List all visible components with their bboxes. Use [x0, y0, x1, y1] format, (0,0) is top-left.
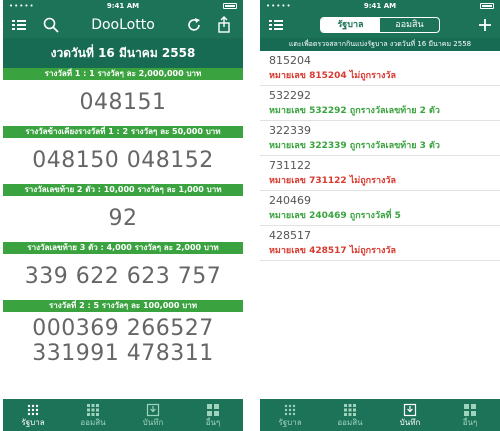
ticket-entry[interactable]: 815204 หมายเลข 815204 ไม่ถูกรางวัล [260, 51, 500, 86]
battery-icon [223, 3, 237, 9]
section-last-three-digits: รางวัลเลขท้าย 3 ตัว : 4,000 รางวัลๆ ละ 2… [3, 242, 243, 254]
lottery-type-segmented-control: รัฐบาล ออมสิน [320, 17, 440, 33]
plus-icon[interactable] [476, 16, 494, 34]
segment-government[interactable]: รัฐบาล [321, 18, 380, 32]
ticket-entry[interactable]: 731122 หมายเลข 731122 ไม่ถูกรางวัล [260, 156, 500, 191]
adjacent-prize-numbers: 048150 048152 [32, 148, 214, 173]
second-prize-numbers-row2: 331991 478311 [32, 341, 214, 366]
tab-government[interactable]: รัฐบาล [260, 399, 320, 431]
ticket-entry[interactable]: 428517 หมายเลข 428517 ไม่ถูกรางวัล [260, 226, 500, 261]
tab-label: ออมสิน [337, 418, 363, 427]
tab-savings[interactable]: ออมสิน [63, 399, 123, 431]
ticket-number: 428517 [269, 229, 311, 242]
section-second-prize: รางวัลที่ 2 : 5 รางวัลๆ ละ 100,000 บาท [3, 300, 243, 312]
ticket-number: 731122 [269, 159, 311, 172]
second-prize-numbers-row1: 000369 266527 [32, 316, 214, 341]
grid-icon [284, 404, 296, 416]
saved-tickets-screen: ••••• 9:41 AM รัฐบาล ออมสิน แตะเพื่อตรวจ… [260, 0, 500, 431]
inbox-icon [146, 403, 160, 417]
more-grid-icon [464, 404, 476, 416]
tab-government[interactable]: รัฐบาล [3, 399, 63, 431]
ticket-result: หมายเลข 815204 ไม่ถูกรางวัล [269, 71, 396, 81]
ticket-result: หมายเลข 532292 ถูกรางวัลเลขท้าย 2 ตัว [269, 106, 440, 116]
segment-savings[interactable]: ออมสิน [380, 18, 439, 32]
ticket-result: หมายเลข 322339 ถูกรางวัลเลขท้าย 3 ตัว [269, 141, 440, 151]
ticket-entry[interactable]: 322339 หมายเลข 322339 ถูกรางวัลเลขท้าย 3… [260, 121, 500, 156]
battery-icon [480, 3, 494, 9]
inbox-icon [403, 403, 417, 417]
nav-bar: รัฐบาล ออมสิน [260, 12, 500, 38]
tab-saved[interactable]: บันทึก [380, 399, 440, 431]
ticket-entry[interactable]: 532292 หมายเลข 532292 ถูกรางวัลเลขท้าย 2… [260, 86, 500, 121]
ticket-entry[interactable]: 240469 หมายเลข 240469 ถูกรางวัลที่ 5 [260, 191, 500, 226]
last-two-digits-number: 92 [108, 206, 138, 231]
tab-label: รัฐบาล [21, 418, 45, 427]
tab-bar: รัฐบาล ออมสิน บันทึก อื่นๆ [3, 399, 243, 431]
status-time: 9:41 AM [363, 2, 397, 10]
section-last-two-digits: รางวัลเลขท้าย 2 ตัว : 10,000 รางวัลๆ ละ … [3, 184, 243, 196]
grid-icon [87, 404, 99, 416]
tab-label: อื่นๆ [205, 418, 221, 427]
first-prize-number: 048151 [79, 90, 167, 115]
ticket-number: 532292 [269, 89, 311, 102]
tab-label: บันทึก [399, 418, 421, 427]
section-first-prize: รางวัลที่ 1 : 1 รางวัลๆ ละ 2,000,000 บาท [3, 68, 243, 80]
list-icon[interactable] [267, 16, 285, 34]
tab-bar: รัฐบาล ออมสิน บันทึก อื่นๆ [260, 399, 500, 431]
tab-saved[interactable]: บันทึก [123, 399, 183, 431]
grid-icon [344, 404, 356, 416]
status-time: 9:41 AM [106, 2, 140, 10]
tab-more[interactable]: อื่นๆ [183, 399, 243, 431]
status-bar: ••••• 9:41 AM [260, 0, 500, 12]
draw-date-header: งวดวันที่ 16 มีนาคม 2558 [3, 38, 243, 68]
refresh-icon[interactable] [185, 16, 203, 34]
ticket-number: 815204 [269, 54, 311, 67]
ticket-result: หมายเลข 240469 ถูกรางวัลที่ 5 [269, 211, 401, 221]
results-screen: ••••• 9:41 AM DooLotto งวดวันที่ 16 มีนา… [3, 0, 243, 431]
tab-label: รัฐบาล [278, 418, 302, 427]
more-grid-icon [207, 404, 219, 416]
section-adjacent-prize: รางวัลข้างเคียงรางวัลที่ 1 : 2 รางวัลๆ ล… [3, 126, 243, 138]
check-instruction-bar[interactable]: แตะเพื่อตรวจสลากกินแบ่งรัฐบาล งวดวันที่ … [260, 38, 500, 51]
share-icon[interactable] [215, 16, 233, 34]
tab-label: ออมสิน [80, 418, 106, 427]
nav-bar: DooLotto [3, 12, 243, 38]
app-title: DooLotto [91, 17, 155, 33]
tab-more[interactable]: อื่นๆ [440, 399, 500, 431]
last-three-digits-numbers: 339 622 623 757 [24, 264, 222, 289]
tab-label: บันทึก [142, 418, 164, 427]
ticket-result: หมายเลข 428517 ไม่ถูกรางวัล [269, 246, 396, 256]
status-bar: ••••• 9:41 AM [3, 0, 243, 12]
ticket-number: 322339 [269, 124, 311, 137]
tab-label: อื่นๆ [462, 418, 478, 427]
grid-icon [27, 404, 39, 416]
tab-savings[interactable]: ออมสิน [320, 399, 380, 431]
ticket-result: หมายเลข 731122 ไม่ถูกรางวัล [269, 176, 396, 186]
ticket-number: 240469 [269, 194, 311, 207]
